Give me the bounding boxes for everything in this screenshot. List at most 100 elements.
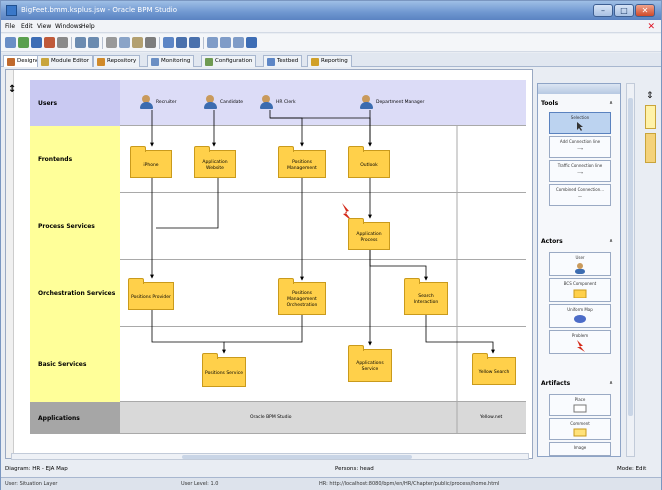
connector-provider-positions-service[interactable] [151, 310, 226, 354]
palette-tool-traffic-connection[interactable]: Traffic Connection line ⟶ [549, 160, 611, 182]
connector-process-search[interactable] [369, 250, 428, 281]
back-icon[interactable] [176, 37, 187, 48]
connector-search-yellow[interactable] [425, 315, 495, 354]
horizontal-scrollbar[interactable] [11, 453, 529, 460]
maximize-button[interactable]: □ [614, 4, 634, 17]
tab-reporting[interactable]: Reporting [307, 55, 352, 67]
palette-header[interactable] [538, 84, 620, 94]
cursor-icon [577, 122, 583, 131]
palette-actor-problem[interactable]: Problem [549, 330, 611, 354]
new-icon[interactable] [5, 37, 16, 48]
folder-positions-management[interactable]: Positions Management [278, 146, 326, 178]
perspective-tabs: Designer Module Editor Repository Monito… [1, 53, 661, 67]
palette-actor-uniform-map[interactable]: Uniform Map [549, 304, 611, 328]
menu-windows[interactable]: Windows [55, 23, 82, 30]
connector-orchestration-positions-service[interactable] [224, 315, 303, 343]
tab-module-editor[interactable]: Module Editor [37, 55, 94, 67]
lightning-icon [577, 340, 585, 352]
menu-edit[interactable]: Edit [21, 23, 33, 30]
connection-lines [150, 110, 495, 434]
title-bar[interactable]: BigFeet.bmm.ksplus.jsw - Oracle BPM Stud… [1, 1, 661, 20]
refresh-icon[interactable] [163, 37, 174, 48]
folder-application-website[interactable]: Application Website [194, 146, 236, 178]
toolbar-separator [71, 37, 72, 49]
menu-help[interactable]: Help [81, 23, 95, 30]
tab-repository[interactable]: Repository [93, 55, 141, 67]
application-oracle-bpm-studio[interactable]: Oracle BPM Studio [250, 415, 292, 420]
folder-yellow-search[interactable]: Yellow Search [472, 353, 516, 385]
connector-hrclerk-positions[interactable] [269, 110, 304, 147]
actor-department-manager[interactable]: Department Manager [360, 94, 424, 110]
cut-icon[interactable] [106, 37, 117, 48]
diagram-canvas[interactable]: ↕ Users Frontends Process Services Orche… [5, 69, 533, 459]
connector-hrclerk-outlook[interactable] [270, 117, 372, 147]
tab-configuration[interactable]: Configuration [201, 55, 257, 67]
actor-recruiter[interactable]: Recruiter [140, 94, 177, 110]
folder-outlook[interactable]: Outlook [348, 146, 390, 178]
palette-actor-user[interactable]: User [549, 252, 611, 276]
user-icon [575, 263, 585, 274]
folder-applications-service[interactable]: Applications Service [348, 345, 392, 382]
palette-section-artifacts[interactable]: Artifacts ∧ [541, 380, 617, 387]
module-editor-icon [41, 58, 49, 66]
paste-icon[interactable] [132, 37, 143, 48]
horizontal-scroll-thumb[interactable] [182, 455, 412, 459]
status-persons: Persons: head [335, 466, 374, 472]
folder-application-process[interactable]: Application Process [348, 218, 390, 250]
window-title: BigFeet.bmm.ksplus.jsw - Oracle BPM Stud… [21, 6, 177, 14]
pin-icon[interactable]: ⇕ [646, 91, 654, 101]
folder-positions-service[interactable]: Positions Service [202, 353, 246, 387]
status-user-level: User Level: 1.0 [181, 481, 219, 487]
folder-iphone[interactable]: iPhone [130, 146, 172, 178]
palette-scrollbar[interactable] [626, 83, 635, 457]
menu-view[interactable]: View [37, 23, 51, 30]
redo-icon[interactable] [88, 37, 99, 48]
palette-tool-selection[interactable]: Selection [549, 112, 611, 134]
application-yellow-net[interactable]: Yellow.net [480, 415, 502, 420]
toolbar-separator [102, 37, 103, 49]
palette-actor-bcs-component[interactable]: BCS Component [549, 278, 611, 302]
testbed-icon [267, 58, 275, 66]
save-icon[interactable] [31, 37, 42, 48]
repository-icon [97, 58, 105, 66]
zoom-fit-icon[interactable] [207, 37, 218, 48]
close-document-icon[interactable]: ✕ [647, 22, 655, 32]
undo-icon[interactable] [75, 37, 86, 48]
collapse-icon[interactable]: ∧ [609, 380, 613, 386]
minimize-button[interactable]: – [593, 4, 613, 17]
close-button[interactable]: ✕ [635, 4, 655, 17]
export-icon[interactable] [44, 37, 55, 48]
palette-artifact-place[interactable]: Place [549, 394, 611, 416]
palette-artifact-image[interactable]: Image [549, 442, 611, 456]
open-icon[interactable] [18, 37, 29, 48]
help-icon[interactable] [246, 37, 257, 48]
folder-search-interaction[interactable]: Search Interaction [404, 278, 448, 315]
palette-section-actors[interactable]: Actors ∧ [541, 238, 617, 245]
connector-website-provider[interactable] [156, 178, 219, 229]
toolbar-separator [159, 37, 160, 49]
folder-positions-management-orchestration[interactable]: Positions Management Orchestration [278, 278, 326, 315]
actor-candidate[interactable]: Candidate [204, 94, 243, 110]
palette-section-tools[interactable]: Tools ∧ [541, 100, 617, 107]
zoom-out-icon[interactable] [233, 37, 244, 48]
folder-icon [573, 289, 587, 298]
collapse-icon[interactable]: ∧ [609, 100, 613, 106]
side-tab-properties[interactable] [645, 133, 656, 163]
print-icon[interactable] [57, 37, 68, 48]
tab-testbed[interactable]: Testbed [263, 55, 303, 67]
actor-hr-clerk[interactable]: HR Clerk [260, 94, 296, 110]
collapse-icon[interactable]: ∧ [609, 238, 613, 244]
side-tab-palette[interactable] [645, 105, 656, 129]
palette-tool-add-connection[interactable]: Add Connection line ⟶ [549, 136, 611, 158]
app-icon [6, 5, 17, 16]
menu-file[interactable]: File [5, 23, 15, 30]
zoom-in-icon[interactable] [220, 37, 231, 48]
palette-scroll-thumb[interactable] [628, 98, 633, 416]
folder-positions-provider[interactable]: Positions Provider [128, 278, 174, 310]
palette-artifact-comment[interactable]: Comment [549, 418, 611, 440]
palette-tool-combined-connection[interactable]: Combined Connection... — [549, 184, 611, 206]
tab-monitoring[interactable]: Monitoring [147, 55, 195, 67]
delete-icon[interactable] [145, 37, 156, 48]
copy-icon[interactable] [119, 37, 130, 48]
forward-icon[interactable] [189, 37, 200, 48]
